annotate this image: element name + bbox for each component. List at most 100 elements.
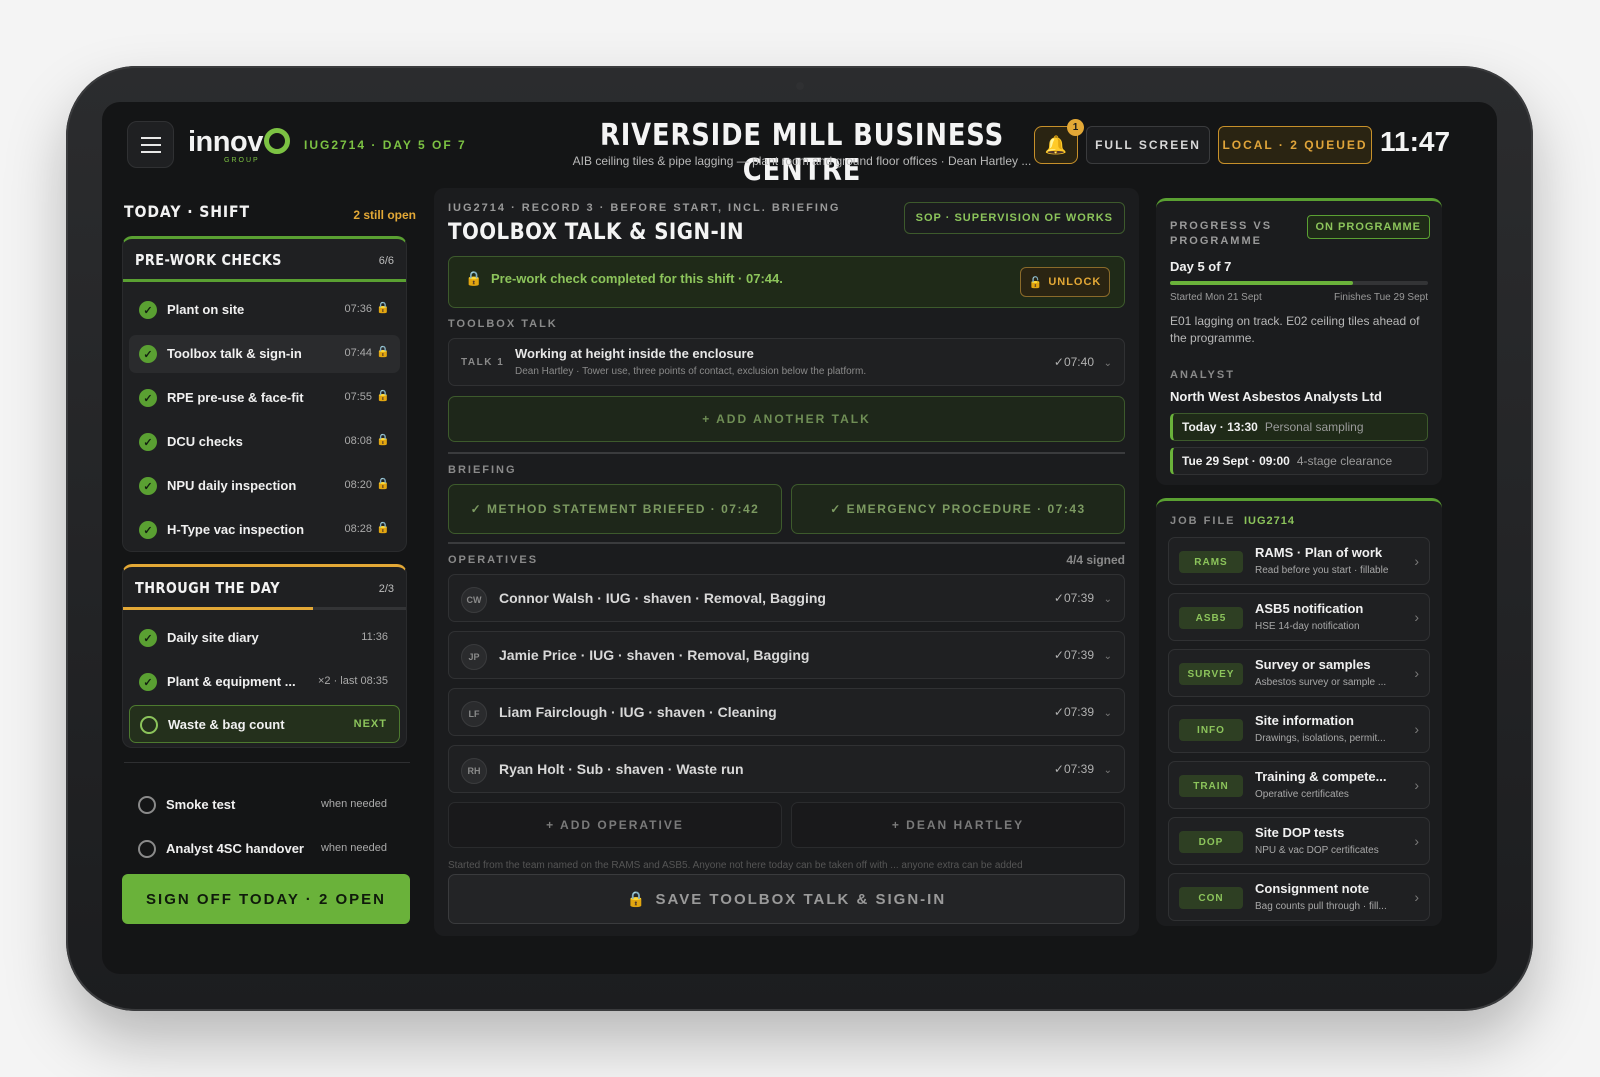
check-item[interactable]: ✓ Toolbox talk & sign-in 07:44 🔒: [129, 335, 400, 373]
emergency-procedure-button[interactable]: ✓ EMERGENCY PROCEDURE · 07:43: [791, 484, 1125, 534]
check-time: 07:55: [344, 391, 372, 403]
lock-icon: 🔒: [376, 522, 390, 534]
sync-queue-button[interactable]: LOCAL · 2 QUEUED: [1218, 126, 1372, 164]
as-needed-item[interactable]: Smoke test when needed: [128, 786, 399, 824]
doc-rams[interactable]: RAMS RAMS · Plan of work Read before you…: [1168, 537, 1430, 585]
doc-consignment[interactable]: CON Consignment note Bag counts pull thr…: [1168, 873, 1430, 921]
check-time: 07:44: [344, 347, 372, 359]
chevron-down-icon: ⌄: [1103, 708, 1112, 719]
operative-row[interactable]: JP Jamie Price · IUG · shaven · Removal,…: [448, 631, 1125, 679]
circle-icon: [138, 796, 156, 814]
operative-label: Ryan Holt · Sub · shaven · Waste run: [499, 761, 744, 777]
doc-info[interactable]: INFO Site information Drawings, isolatio…: [1168, 705, 1430, 753]
talk-time: ✓07:40: [1053, 355, 1094, 369]
as-needed-item[interactable]: Analyst 4SC handover when needed: [128, 830, 399, 868]
analyst-visit[interactable]: Today · 13:30 Personal sampling: [1170, 413, 1428, 441]
doc-tag: SURVEY: [1179, 663, 1243, 685]
section-label: TOOLBOX TALK: [448, 318, 558, 330]
through-the-day-group: THROUGH THE DAY 2/3 ✓ Daily site diary 1…: [122, 564, 407, 748]
full-screen-button[interactable]: FULL SCREEN: [1086, 126, 1210, 164]
add-operative-button[interactable]: + ADD OPERATIVE: [448, 802, 782, 848]
menu-button[interactable]: [127, 121, 174, 168]
chevron-right-icon: ›: [1414, 553, 1419, 569]
method-statement-button[interactable]: ✓ METHOD STATEMENT BRIEFED · 07:42: [448, 484, 782, 534]
sop-button[interactable]: SOP · SUPERVISION OF WORKS: [903, 202, 1125, 234]
chevron-down-icon: ⌄: [1103, 594, 1112, 605]
check-item[interactable]: ✓ Plant & equipment ... ×2 · last 08:35: [129, 663, 400, 701]
doc-training[interactable]: TRAIN Training & compete... Operative ce…: [1168, 761, 1430, 809]
progress-note: E01 lagging on track. E02 ceiling tiles …: [1170, 314, 1420, 345]
check-time: 08:08: [344, 435, 372, 447]
visit-when: Tue 29 Sept · 09:00: [1182, 454, 1290, 468]
doc-asb5[interactable]: ASB5 ASB5 notification HSE 14-day notifi…: [1168, 593, 1430, 641]
talk-number: TALK 1: [461, 357, 505, 368]
clock: 11:47: [1380, 126, 1451, 157]
check-item[interactable]: ✓ DCU checks 08:08 🔒: [129, 423, 400, 461]
notice-text: Pre-work check completed for this shift …: [491, 271, 783, 286]
lock-icon: 🔒: [376, 302, 390, 314]
check-label: Waste & bag count: [168, 717, 285, 732]
bell-icon: 🔔: [1044, 134, 1068, 155]
page-title: TOOLBOX TALK & SIGN-IN: [448, 220, 744, 245]
progress-panel: PROGRESS VS PROGRAMME ON PROGRAMME Day 5…: [1156, 198, 1442, 485]
chevron-down-icon: ⌄: [1103, 358, 1112, 369]
check-label: Daily site diary: [167, 630, 259, 645]
section-label: OPERATIVES: [448, 554, 539, 566]
doc-title: Training & compete...: [1255, 769, 1387, 784]
check-time: 08:20: [344, 479, 372, 491]
check-label: H-Type vac inspection: [167, 522, 305, 537]
check-icon: ✓: [139, 477, 157, 495]
group-progress: [123, 607, 313, 610]
check-label: Toolbox talk & sign-in: [167, 346, 302, 361]
unlock-button[interactable]: 🔓 UNLOCK: [1020, 267, 1110, 297]
doc-title: Consignment note: [1255, 881, 1370, 896]
programme-progress-track: [1170, 281, 1428, 285]
doc-tag: INFO: [1179, 719, 1243, 741]
add-supervisor-button[interactable]: + DEAN HARTLEY: [791, 802, 1125, 848]
logo-text: innov: [188, 126, 263, 158]
talk-title: Working at height inside the enclosure: [515, 346, 754, 361]
check-item[interactable]: ✓ NPU daily inspection 08:20 🔒: [129, 467, 400, 505]
check-icon: ✓: [139, 389, 157, 407]
logo-sub: GROUP: [224, 157, 260, 164]
operative-time: ✓07:39: [1053, 591, 1094, 605]
progress-label: PROGRESS VS PROGRAMME: [1170, 220, 1273, 247]
site-subtitle: AIB ceiling tiles & pipe lagging — plant…: [572, 154, 1032, 168]
operative-row[interactable]: CW Connor Walsh · IUG · shaven · Removal…: [448, 574, 1125, 622]
talk-card[interactable]: TALK 1 Working at height inside the encl…: [448, 338, 1125, 386]
avatar: CW: [461, 587, 487, 613]
operative-row[interactable]: LF Liam Fairclough · IUG · shaven · Clea…: [448, 688, 1125, 736]
operative-label: Jamie Price · IUG · shaven · Removal, Ba…: [499, 647, 810, 663]
save-button[interactable]: 🔒 SAVE TOOLBOX TALK & SIGN-IN: [448, 874, 1125, 924]
analyst-visit[interactable]: Tue 29 Sept · 09:00 4-stage clearance: [1170, 447, 1428, 475]
check-label: RPE pre-use & face-fit: [167, 390, 304, 405]
check-time: 07:36: [344, 303, 372, 315]
check-item[interactable]: ✓ RPE pre-use & face-fit 07:55 🔒: [129, 379, 400, 417]
sign-off-button[interactable]: SIGN OFF TODAY · 2 OPEN: [122, 874, 410, 924]
check-item[interactable]: ✓ H-Type vac inspection 08:28 🔒: [129, 511, 400, 549]
add-talk-button[interactable]: + ADD ANOTHER TALK: [448, 396, 1125, 442]
programme-progress-fill: [1170, 281, 1354, 285]
lock-icon: 🔒: [465, 270, 483, 286]
check-item[interactable]: ✓ Daily site diary 11:36: [129, 619, 400, 657]
app-screen: innov GROUP IUG2714 · DAY 5 OF 7 RIVERSI…: [102, 102, 1497, 974]
doc-title: Site information: [1255, 713, 1354, 728]
check-item[interactable]: ✓ Plant on site 07:36 🔒: [129, 291, 400, 329]
group-progress: [123, 279, 406, 282]
doc-subtitle: Read before you start · fillable: [1255, 565, 1389, 576]
doc-dop[interactable]: DOP Site DOP tests NPU & vac DOP certifi…: [1168, 817, 1430, 865]
notifications-button[interactable]: 🔔 1: [1034, 119, 1084, 164]
chevron-right-icon: ›: [1414, 889, 1419, 905]
chevron-down-icon: ⌄: [1103, 651, 1112, 662]
check-item-next[interactable]: Waste & bag count NEXT: [129, 705, 400, 743]
doc-survey[interactable]: SURVEY Survey or samples Asbestos survey…: [1168, 649, 1430, 697]
doc-subtitle: Drawings, isolations, permit...: [1255, 733, 1386, 744]
doc-title: ASB5 notification: [1255, 601, 1364, 616]
status-badge: ON PROGRAMME: [1306, 215, 1430, 239]
chevron-right-icon: ›: [1414, 609, 1419, 625]
check-icon: ✓: [139, 673, 157, 691]
doc-tag: DOP: [1179, 831, 1243, 853]
open-count: 2 still open: [353, 208, 416, 222]
shift-heading: TODAY · SHIFT: [124, 202, 250, 221]
operative-row[interactable]: RH Ryan Holt · Sub · shaven · Waste run …: [448, 745, 1125, 793]
